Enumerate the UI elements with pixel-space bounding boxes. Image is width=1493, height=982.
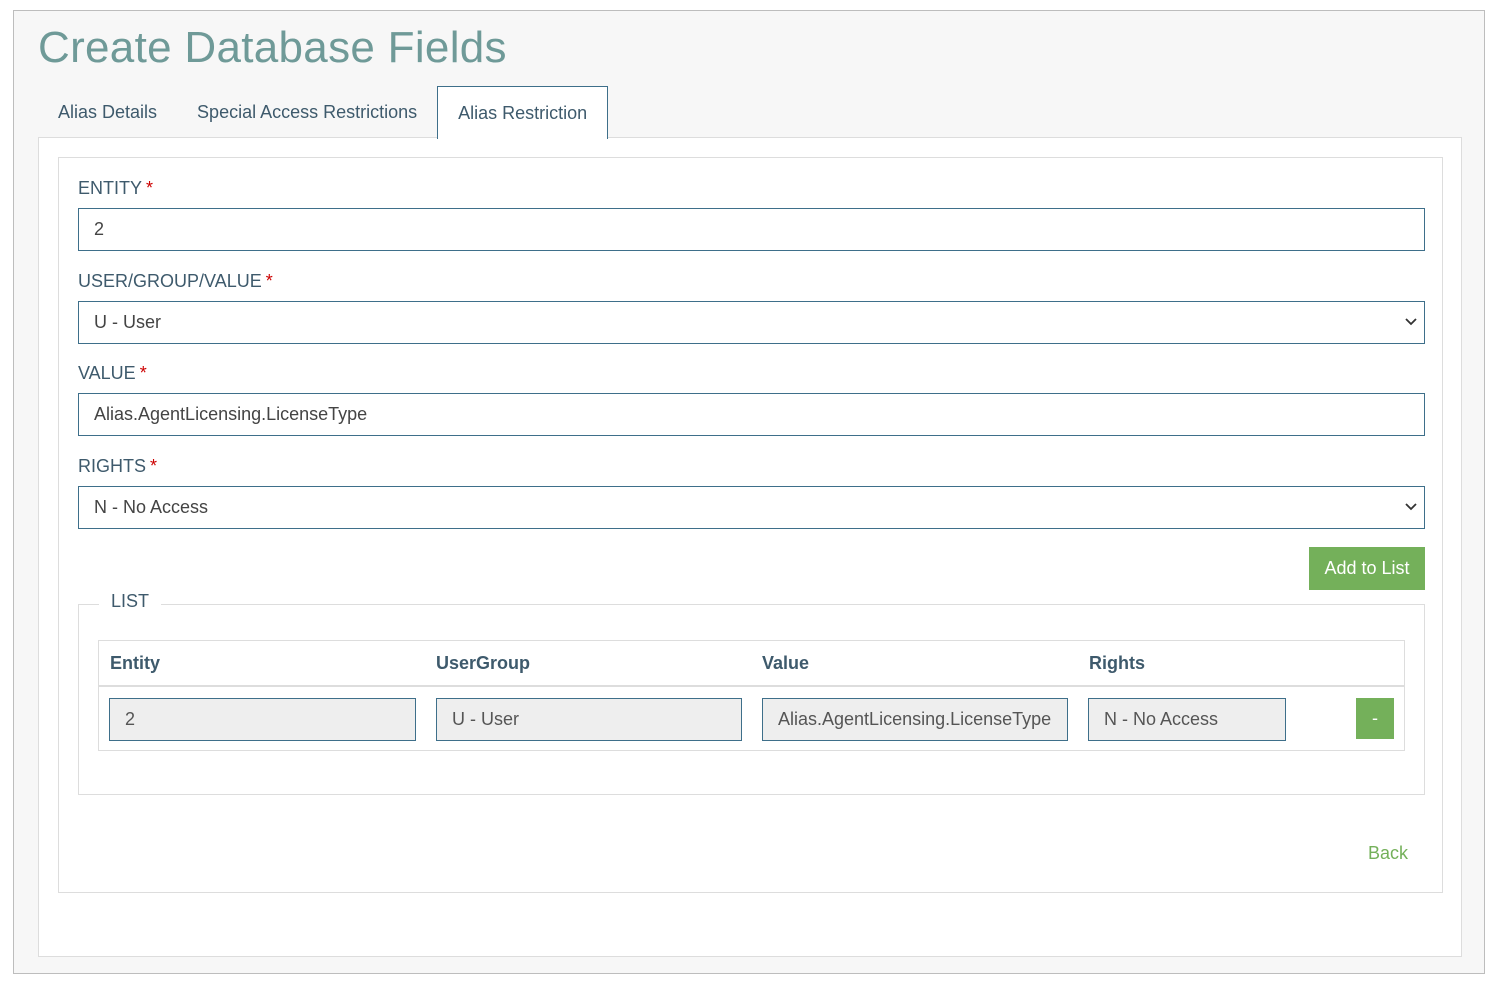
- rights-selected: N - No Access: [94, 497, 209, 517]
- row-rights-field[interactable]: N - No Access: [1088, 698, 1286, 741]
- entity-label: ENTITY *: [78, 178, 154, 198]
- row-entity-field[interactable]: 2: [109, 698, 416, 741]
- add-to-list-button[interactable]: Add to List: [1309, 547, 1425, 590]
- column-header-entity: Entity: [110, 653, 161, 673]
- user-group-value-selected: U - User: [94, 312, 161, 332]
- row-value-field[interactable]: Alias.AgentLicensing.LicenseType: [762, 698, 1068, 741]
- back-link[interactable]: Back: [1368, 843, 1408, 864]
- entity-input[interactable]: 2: [78, 208, 1425, 251]
- tab-alias-restriction[interactable]: Alias Restriction: [437, 86, 609, 139]
- page-title: Create Database Fields: [38, 23, 507, 72]
- rights-select[interactable]: N - No Access: [78, 486, 1425, 529]
- value-input[interactable]: Alias.AgentLicensing.LicenseType: [78, 393, 1425, 436]
- tab-special-access-restrictions[interactable]: Special Access Restrictions: [177, 86, 437, 138]
- required-marker: *: [139, 363, 147, 383]
- required-marker: *: [150, 456, 158, 476]
- user-group-value-label: USER/GROUP/VALUE *: [78, 271, 273, 291]
- chevron-down-icon: [1405, 503, 1417, 511]
- alias-restriction-form: ENTITY * 2 USER/GROUP/VALUE * U - User VAL…: [58, 157, 1443, 893]
- column-header-rights: Rights: [1089, 653, 1145, 673]
- rights-label: RIGHTS *: [78, 456, 158, 476]
- tab-bar: Alias Details Special Access Restriction…: [38, 86, 609, 139]
- page-container: Create Database Fields Alias Details Spe…: [13, 10, 1485, 974]
- column-header-value: Value: [762, 653, 810, 673]
- column-header-usergroup: UserGroup: [436, 653, 531, 673]
- list-legend: LIST: [99, 591, 162, 612]
- tab-alias-details[interactable]: Alias Details: [38, 86, 177, 138]
- value-label: VALUE *: [78, 363, 147, 383]
- restriction-table: Entity UserGroup Value Rights 2 U - User…: [98, 640, 1405, 751]
- required-marker: *: [146, 178, 154, 198]
- table-header: Entity UserGroup Value Rights: [99, 641, 1404, 687]
- required-marker: *: [265, 271, 273, 291]
- row-usergroup-field[interactable]: U - User: [436, 698, 742, 741]
- list-fieldset: LIST Entity UserGroup Value Rights 2 U -…: [78, 591, 1425, 795]
- chevron-down-icon: [1405, 318, 1417, 326]
- tab-panel: ENTITY * 2 USER/GROUP/VALUE * U - User VAL…: [38, 137, 1462, 957]
- user-group-value-select[interactable]: U - User: [78, 301, 1425, 344]
- remove-row-button[interactable]: -: [1356, 698, 1394, 739]
